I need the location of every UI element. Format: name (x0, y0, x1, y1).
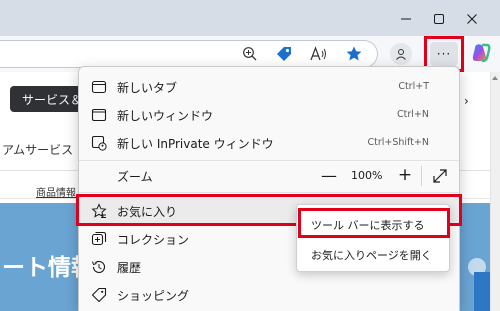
menu-separator (79, 160, 459, 161)
tag-icon (277, 47, 291, 61)
read-aloud-button[interactable] (306, 42, 330, 66)
menu-item-shortcut: Ctrl+N (397, 109, 429, 120)
maximize-icon (434, 14, 444, 24)
minimize-icon (401, 18, 411, 20)
new-window-icon (91, 107, 107, 123)
zoom-magnifier-icon (243, 47, 257, 61)
fullscreen-button[interactable] (431, 167, 449, 185)
submenu-item-open-favorites-page[interactable]: お気に入りページを開く (297, 240, 449, 268)
read-aloud-icon (310, 46, 326, 61)
page-scrollbar[interactable] (490, 72, 500, 311)
banner-side-tab[interactable] (474, 272, 490, 311)
menu-item-new-inprivate-window[interactable]: 新しい InPrivate ウィンドウ Ctrl+Shift+N (79, 129, 459, 157)
menu-item-label: コレクション (117, 233, 190, 247)
copilot-icon (472, 43, 491, 63)
service-nav-text[interactable]: アムサービス (2, 141, 73, 158)
collections-icon (91, 231, 107, 247)
scroll-up-arrow-icon[interactable] (492, 76, 498, 80)
settings-and-more-menu: 新しいタブ Ctrl+T 新しいウィンドウ Ctrl+N 新しい InPriva… (78, 66, 460, 311)
coupon-tag-button[interactable] (272, 42, 296, 66)
close-button[interactable] (459, 8, 485, 30)
profile-button[interactable] (390, 43, 412, 65)
maximize-button[interactable] (426, 8, 452, 30)
menu-item-shopping[interactable]: ショッピング (79, 281, 459, 309)
history-icon (91, 259, 107, 275)
menu-item-shortcut: Ctrl+T (398, 81, 429, 92)
close-icon (467, 14, 477, 24)
favorites-toolbar-button[interactable] (342, 42, 366, 66)
fullscreen-icon (433, 169, 447, 183)
menu-item-new-window[interactable]: 新しいウィンドウ Ctrl+N (79, 101, 459, 129)
zoom-out-button[interactable]: — (319, 166, 339, 186)
menu-item-label: 新しいタブ (117, 81, 178, 95)
show-in-toolbar-highlight (298, 208, 450, 238)
menu-item-shortcut: Ctrl+Shift+N (367, 137, 429, 148)
menu-item-label: 履歴 (117, 261, 142, 275)
favorite-star-filled-icon (346, 46, 362, 61)
zoom-in-menu-button[interactable]: + (395, 165, 415, 185)
minimize-button[interactable] (393, 8, 419, 30)
inprivate-icon (91, 135, 107, 151)
menu-item-label: ショッピング (117, 289, 190, 303)
nav-arrow-fragment: › (464, 94, 469, 108)
zoom-level: 100% (351, 169, 383, 182)
new-tab-icon (91, 79, 107, 95)
menu-separator (79, 192, 459, 193)
zoom-divider (421, 166, 422, 186)
product-info-link[interactable]: 商品情報 (36, 184, 76, 199)
menu-item-new-tab[interactable]: 新しいタブ Ctrl+T (79, 73, 459, 101)
menu-item-label: 新しいウィンドウ (117, 109, 214, 123)
title-bar (0, 0, 500, 36)
copilot-button[interactable] (470, 42, 492, 64)
menu-item-label: 新しい InPrivate ウィンドウ (117, 137, 274, 151)
zoom-in-button[interactable] (238, 42, 262, 66)
shopping-tag-icon (91, 287, 107, 303)
person-icon (396, 49, 406, 60)
submenu-item-label: お気に入りページを開く (311, 249, 432, 262)
zoom-label: ズーム (117, 170, 153, 184)
menu-item-zoom: ズーム — 100% + (79, 162, 459, 190)
